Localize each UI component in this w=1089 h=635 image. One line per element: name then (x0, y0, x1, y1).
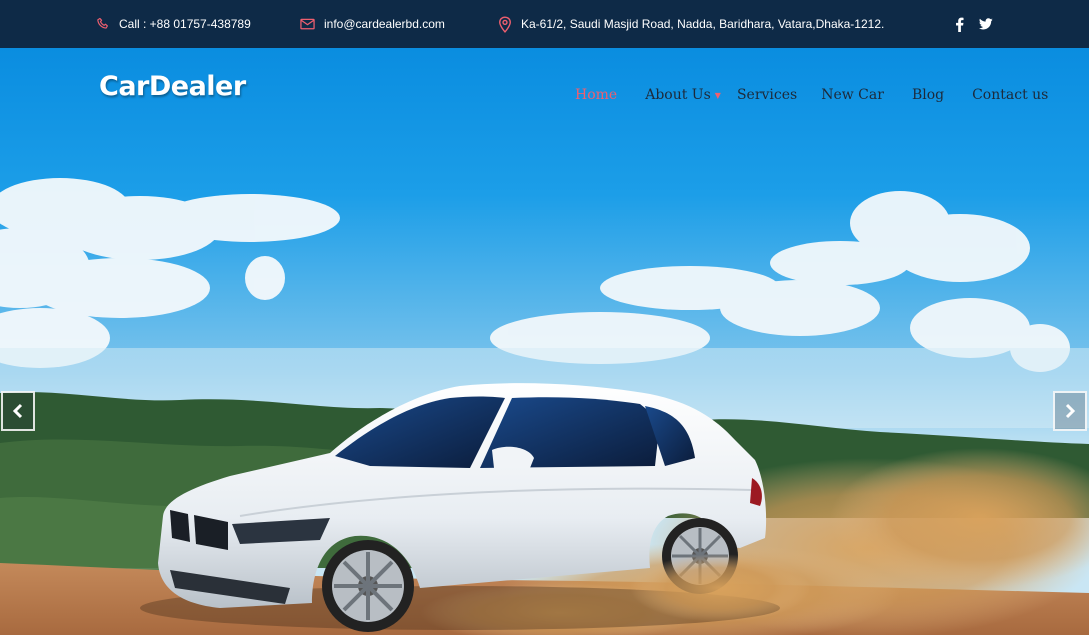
nav-item-label: About Us (645, 87, 711, 103)
map-pin-icon (499, 15, 511, 33)
twitter-link[interactable] (979, 0, 993, 48)
contact-phone[interactable]: Call : +88 01757-438789 (96, 0, 251, 48)
caret-down-icon: ▼ (714, 90, 721, 100)
nav-item-contact-us[interactable]: Contact us (972, 87, 1048, 103)
phone-icon (97, 17, 108, 29)
nav-item-home[interactable]: Home (575, 87, 617, 103)
nav-item-blog[interactable]: Blog (912, 87, 944, 103)
nav-item-services[interactable]: Services (737, 87, 797, 103)
hero-slider (0, 48, 1089, 635)
contact-email[interactable]: info@cardealerbd.com (300, 0, 445, 48)
chevron-right-icon (1065, 403, 1076, 419)
main-nav: Home About Us ▼ Services New Car Blog Co… (575, 84, 1048, 106)
site-logo[interactable]: CarDealer (99, 71, 246, 102)
email-text: info@cardealerbd.com (324, 17, 445, 31)
hero-image (0, 48, 1089, 635)
envelope-icon (300, 18, 315, 30)
nav-item-about-us[interactable]: About Us ▼ (645, 87, 721, 103)
contact-address: Ka-61/2, Saudi Masjid Road, Nadda, Barid… (498, 0, 884, 48)
facebook-link[interactable] (955, 0, 964, 48)
nav-item-new-car[interactable]: New Car (821, 87, 884, 103)
top-bar: Call : +88 01757-438789 info@cardealerbd… (0, 0, 1089, 48)
twitter-icon (979, 18, 993, 30)
facebook-icon (956, 17, 964, 32)
address-text: Ka-61/2, Saudi Masjid Road, Nadda, Barid… (521, 17, 885, 31)
phone-text: Call : +88 01757-438789 (119, 17, 251, 31)
slider-next-button[interactable] (1053, 391, 1087, 431)
slider-prev-button[interactable] (1, 391, 35, 431)
chevron-left-icon (12, 403, 23, 419)
